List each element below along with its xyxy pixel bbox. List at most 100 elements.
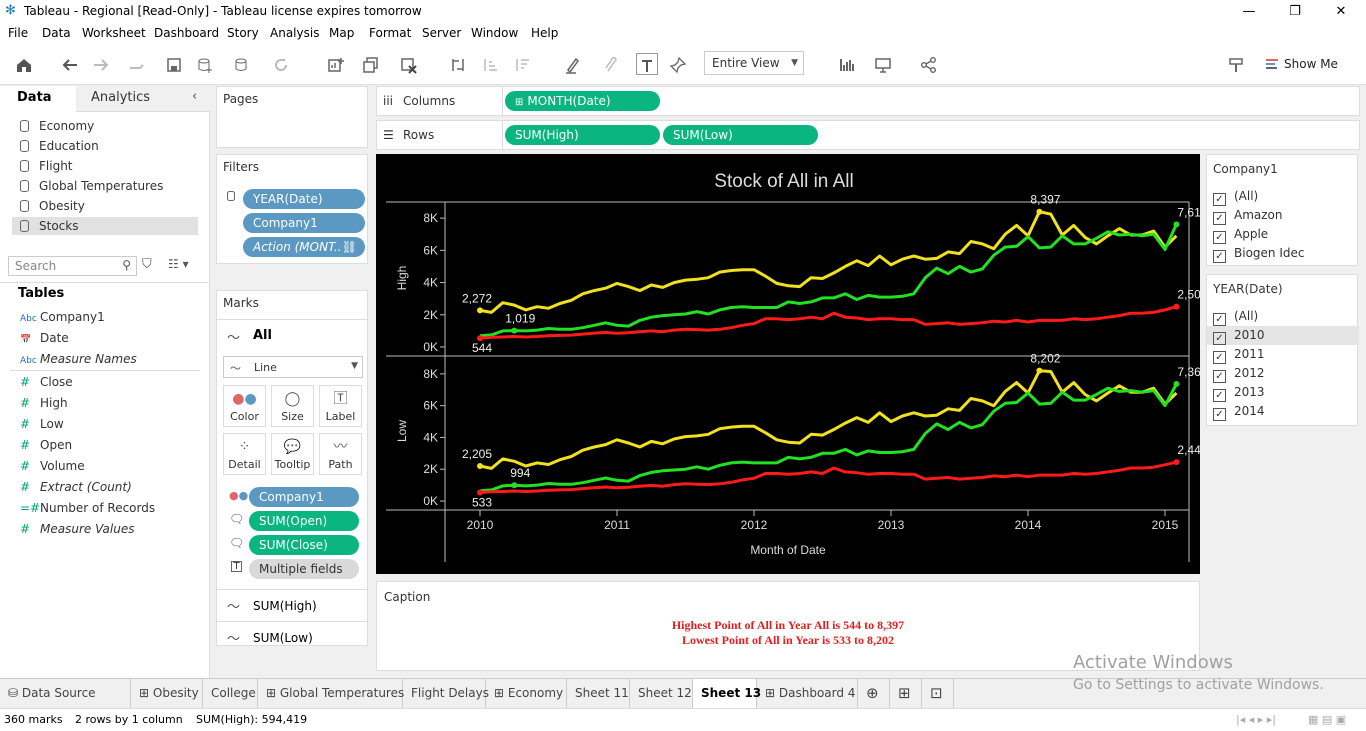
clear-sheet-icon[interactable] [391,53,427,75]
show-mark-labels-icon[interactable] [636,53,658,75]
sheet-sorter-icon[interactable]: ▦ ▤ ▣ [1308,713,1346,726]
color-button[interactable]: ●● Color [223,385,266,427]
datasource-economy[interactable]: Economy [20,117,94,135]
company-option-amazon[interactable]: ✓ Amazon [1213,206,1357,225]
year-option-2010[interactable]: ✓ 2010 [1207,326,1359,345]
share-icon[interactable] [917,53,941,75]
detail-button[interactable]: ⁘ Detail [223,433,266,475]
menu-help[interactable]: Help [531,26,558,40]
collapse-pane-icon[interactable]: ‹ [192,89,197,104]
menu-data[interactable]: Data [42,26,71,40]
rows-shelf[interactable]: ☰ Rows SUM(High) SUM(Low) [376,120,1360,151]
field-high[interactable]: # High [20,394,68,412]
group-members-icon[interactable] [594,53,628,75]
filter-action-month[interactable]: Action (MONT.. ⛓ [243,237,365,257]
path-button[interactable]: 〰 Path [319,433,362,475]
field-close[interactable]: # Close [20,373,73,391]
year-option-2011[interactable]: ✓ 2011 [1213,345,1357,364]
marks-field-company1[interactable]: Company1 [249,487,359,507]
field-number-of-records[interactable]: =#Number of Records [20,499,155,517]
datasource-obesity[interactable]: Obesity [20,197,85,215]
new-worksheet-icon[interactable] [318,53,354,75]
swap-icon[interactable] [446,53,470,75]
replay-icon[interactable] [120,53,154,75]
tab-analytics[interactable]: Analytics [91,90,150,105]
filter-company1[interactable]: Company1 [243,213,365,233]
rows-pill-sum-high[interactable]: SUM(High) [505,125,660,145]
new-story-tab-icon[interactable]: ⊡ [922,679,954,708]
tab-data[interactable]: Data [17,90,52,105]
highlight-icon[interactable] [556,53,590,75]
pages-card[interactable]: Pages [216,86,368,148]
search-input[interactable]: Search ⚲ [8,256,137,276]
tab-economy[interactable]: ⊞ Economy [486,679,567,708]
tab-sheet-13[interactable]: Sheet 13 [693,679,761,708]
mark-type-select[interactable]: 〜 Line ▼ [223,356,363,378]
sort-descending-icon[interactable] [510,53,534,75]
home-icon[interactable] [12,53,36,75]
company-option-biogen-idec[interactable]: ✓ Biogen Idec [1213,244,1357,263]
tooltip-button[interactable]: 💬 Tooltip [271,433,314,475]
tab-dashboard-4[interactable]: ⊞ Dashboard 4 [757,679,858,708]
year-option-all[interactable]: ✓ (All) [1213,307,1357,326]
year-option-2014[interactable]: ✓ 2014 [1213,402,1357,421]
year-option-2012[interactable]: ✓ 2012 [1213,364,1357,383]
marks-field-multiple[interactable]: Multiple fields [249,559,359,579]
company-option-apple[interactable]: ✓ Apple [1213,225,1357,244]
duplicate-icon[interactable] [359,53,383,75]
fit-view-select[interactable]: Entire View ▼ [704,51,804,75]
view-options-icon[interactable]: ☷ ▾ [168,257,189,271]
field-volume[interactable]: # Volume [20,457,85,475]
columns-shelf[interactable]: iii Columns ⊞ MONTH(Date) [376,86,1360,117]
rows-pill-sum-low[interactable]: SUM(Low) [663,125,818,145]
marks-tab-sum-high[interactable]: SUM(High) [253,599,317,613]
pause-updates-icon[interactable] [225,53,259,75]
presentation-mode-icon[interactable] [871,53,895,75]
new-worksheet-tab-icon[interactable]: ⊕ [858,679,890,708]
show-cards-icon[interactable] [830,53,866,75]
menu-format[interactable]: Format [369,26,411,40]
menu-server[interactable]: Server [422,26,461,40]
save-icon[interactable] [162,53,186,75]
field-measure-names[interactable]: Abc Measure Names [20,350,137,368]
field-low[interactable]: # Low [20,415,64,433]
filter-icon[interactable]: ⛉ [142,257,152,272]
menu-window[interactable]: Window [471,26,518,40]
marks-field-sum-close[interactable]: SUM(Close) [249,535,359,555]
line-chart[interactable]: Stock of All in All Month of Date High L… [376,154,1208,574]
menu-analysis[interactable]: Analysis [270,26,319,40]
datasource-flight[interactable]: Flight [20,157,73,175]
company-option-all[interactable]: ✓ (All) [1213,187,1357,206]
show-me-button[interactable]: Show Me [1284,53,1344,75]
new-datasource-icon[interactable] [193,53,217,75]
tab-sheet-12[interactable]: Sheet 12 [630,679,693,708]
fix-axes-icon[interactable] [666,53,690,75]
restore-button[interactable]: ❐ [1272,0,1318,23]
new-dashboard-tab-icon[interactable]: ⊞ [890,679,922,708]
tab-global-temperatures[interactable]: ⊞ Global Temperatures [258,679,404,708]
menu-dashboard[interactable]: Dashboard [154,26,219,40]
sort-ascending-icon[interactable] [478,53,502,75]
undo-icon[interactable] [58,53,82,75]
datasource-global-temperatures[interactable]: Global Temperatures [20,177,163,195]
menu-story[interactable]: Story [227,26,259,40]
format-painter-icon[interactable] [1224,53,1248,75]
marks-tab-sum-low[interactable]: SUM(Low) [253,631,313,645]
tab-college[interactable]: College [203,679,258,708]
menu-file[interactable]: File [8,26,28,40]
datasource-stocks[interactable]: Stocks [12,217,198,235]
field-date[interactable]: 📅 Date [20,329,69,347]
datasource-education[interactable]: Education [20,137,99,155]
show-me-icon[interactable] [1260,53,1284,75]
field-measure-values[interactable]: # Measure Values [20,520,134,538]
field-company1[interactable]: Abc Company1 [20,308,105,326]
marks-field-sum-open[interactable]: SUM(Open) [249,511,359,531]
columns-pill-month-date[interactable]: ⊞ MONTH(Date) [505,91,660,111]
tab-data-source[interactable]: ⛁ Data Source [0,679,131,708]
menu-map[interactable]: Map [329,26,354,40]
label-button[interactable]: 🅃 Label [319,385,362,427]
filter-year-date[interactable]: YEAR(Date) [243,189,365,209]
year-option-2013[interactable]: ✓ 2013 [1213,383,1357,402]
menu-worksheet[interactable]: Worksheet [82,26,146,40]
tab-sheet-11[interactable]: Sheet 11 [567,679,630,708]
